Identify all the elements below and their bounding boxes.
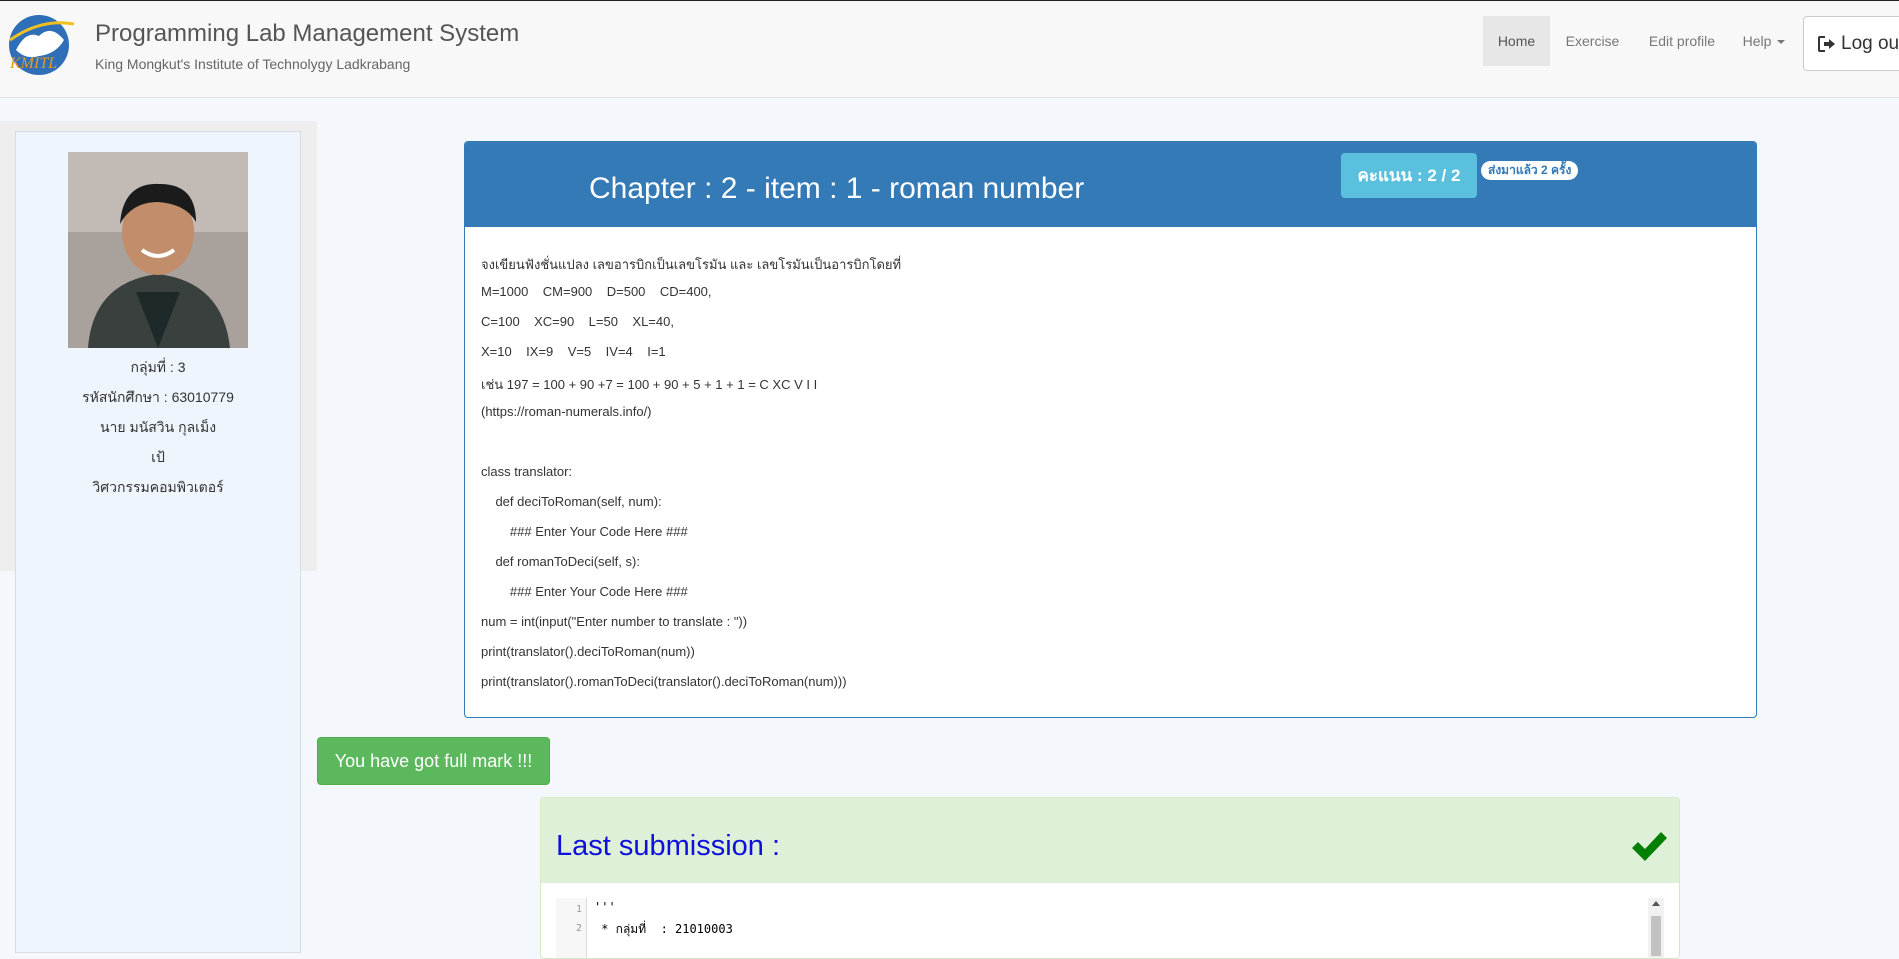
- problem-line: จงเขียนฟังชั่นแปลง เลขอารบิกเป็นเลขโรมัน…: [481, 257, 902, 272]
- editor-scrollbar[interactable]: [1648, 898, 1664, 958]
- chevron-down-icon: [1777, 40, 1786, 45]
- last-submission-header: Last submission :: [541, 798, 1679, 883]
- problem-line: print(translator().deciToRoman(num)): [481, 644, 695, 659]
- last-submission-panel: Last submission : 1 2 ''' * กลุ่มที่ : 2…: [540, 797, 1680, 959]
- nav-exercise[interactable]: Exercise: [1550, 16, 1635, 66]
- exercise-title: Chapter : 2 - item : 1 - roman number: [589, 172, 1085, 205]
- code-line: * กลุ่มที่ : 21010003: [594, 922, 733, 936]
- problem-line: print(translator().romanToDeci(translato…: [481, 674, 847, 689]
- full-mark-button[interactable]: You have got full mark !!!: [317, 737, 550, 785]
- last-submission-title: Last submission :: [556, 830, 781, 862]
- navbar: KMITL Programming Lab Management System …: [0, 1, 1899, 98]
- logout-label: Log out: [1841, 33, 1899, 54]
- exercise-panel: Chapter : 2 - item : 1 - roman number คะ…: [464, 141, 1757, 718]
- code-line: ''': [594, 900, 616, 914]
- code-editor[interactable]: 1 2 ''' * กลุ่มที่ : 21010003: [556, 898, 1666, 958]
- problem-line: (https://roman-numerals.info/): [481, 404, 652, 419]
- problem-line: ### Enter Your Code Here ###: [481, 524, 688, 539]
- scrollbar-thumb[interactable]: [1651, 916, 1661, 956]
- nav-exercise-label: Exercise: [1565, 33, 1620, 49]
- scroll-up-arrow-icon[interactable]: [1652, 901, 1660, 906]
- problem-line: M=1000 CM=900 D=500 CD=400,: [481, 284, 712, 299]
- logout-button[interactable]: Log out: [1803, 16, 1899, 71]
- nav-edit-profile[interactable]: Edit profile: [1635, 16, 1729, 66]
- svg-text:KMITL: KMITL: [9, 55, 57, 72]
- problem-line: def deciToRoman(self, num):: [481, 494, 662, 509]
- profile-nickname: เป้: [151, 449, 165, 465]
- nav-home[interactable]: Home: [1483, 16, 1550, 66]
- problem-line: X=10 IX=9 V=5 IV=4 I=1: [481, 344, 666, 359]
- nav-help-label: Help: [1742, 33, 1772, 49]
- avatar: [68, 152, 248, 348]
- problem-line: ### Enter Your Code Here ###: [481, 584, 688, 599]
- app-subtitle: King Mongkut's Institute of Technolygy L…: [95, 56, 411, 72]
- profile-name: นาย มนัสวิน กุลเม็ง: [99, 419, 217, 435]
- profile-group: กลุ่มที่ : 3: [130, 359, 186, 375]
- nav-help-dropdown[interactable]: Help: [1729, 16, 1799, 66]
- profile-department: วิศวกรรมคอมพิวเตอร์: [92, 479, 224, 495]
- nav-home-label: Home: [1497, 33, 1536, 49]
- kmitl-logo[interactable]: KMITL: [6, 10, 76, 76]
- problem-line: def romanToDeci(self, s):: [481, 554, 640, 569]
- problem-line: num = int(input("Enter number to transla…: [481, 614, 748, 629]
- checkmark-icon: [1632, 832, 1667, 861]
- profile-card: กลุ่มที่ : 3 รหัสนักศึกษา : 63010779 นาย…: [15, 131, 301, 953]
- problem-line: เช่น 197 = 100 + 90 +7 = 100 + 90 + 5 + …: [481, 377, 818, 392]
- problem-line: class translator:: [481, 464, 573, 479]
- line-number: 2: [575, 923, 582, 934]
- line-number-gutter: 1 2: [556, 898, 587, 958]
- logout-icon: [1818, 36, 1835, 52]
- app-title[interactable]: Programming Lab Management System: [95, 20, 519, 48]
- profile-student-id: รหัสนักศึกษา : 63010779: [82, 389, 234, 405]
- submission-count-badge: ส่งมาแล้ว 2 ครั้ง: [1481, 161, 1579, 180]
- problem-line: C=100 XC=90 L=50 XL=40,: [481, 314, 674, 329]
- line-number: 1: [575, 904, 582, 915]
- score-button[interactable]: คะแนน : 2 / 2: [1341, 153, 1477, 198]
- exercise-panel-header: Chapter : 2 - item : 1 - roman number คะ…: [465, 142, 1756, 227]
- nav-edit-profile-label: Edit profile: [1648, 33, 1716, 49]
